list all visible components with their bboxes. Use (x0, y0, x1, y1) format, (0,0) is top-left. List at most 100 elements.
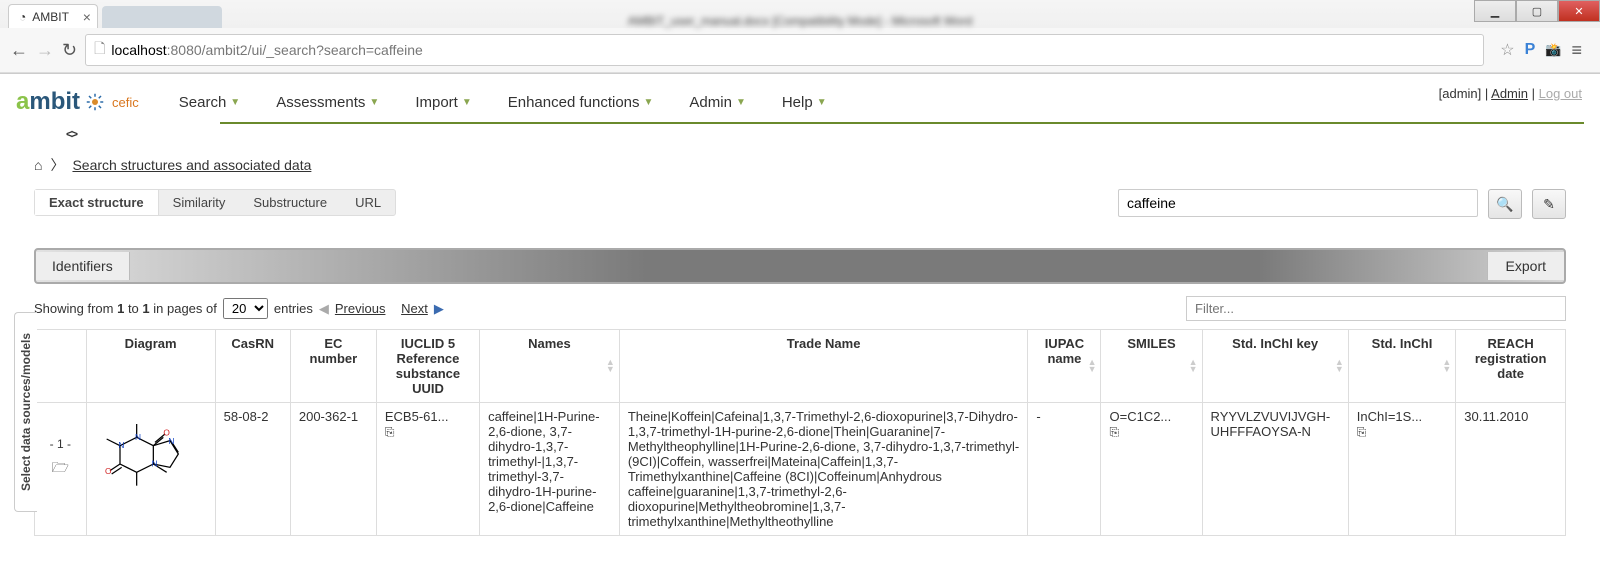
search-button[interactable]: 🔍 (1488, 189, 1522, 219)
copy-icon[interactable]: ⎘ (1109, 425, 1119, 439)
ambit-logo[interactable]: ambit cefic (16, 88, 139, 116)
th-ec[interactable]: EC number (290, 330, 376, 403)
reload-icon[interactable]: ↻ (62, 40, 77, 61)
cell-trade: Theine|Koffein|Cafeina|1,3,7-Trimethyl-2… (619, 403, 1028, 536)
user-bracket: [admin] (1439, 86, 1482, 101)
search-type-tabs: Exact structure Similarity Substructure … (34, 189, 396, 216)
page-size-select[interactable]: 20 (223, 298, 268, 319)
address-bar[interactable]: 🗋 localhost:8080/ambit2/ui/_search?searc… (85, 34, 1484, 66)
cell-diagram[interactable]: N N N N O O (86, 403, 215, 536)
forward-icon[interactable]: → (36, 40, 54, 61)
table-row: - 1 - 🗁 (35, 403, 1566, 536)
caret-down-icon: ▼ (817, 97, 827, 108)
table-header-row: Diagram CasRN EC number IUCLID 5 Referen… (35, 330, 1566, 403)
th-inchikey[interactable]: Std. InChI key▲▼ (1202, 330, 1348, 403)
window-minimize-button[interactable]: ▁ (1474, 0, 1516, 22)
prev-arrow-icon[interactable]: ◀ (319, 301, 329, 317)
breadcrumb-separator: 〉 (50, 155, 64, 175)
th-diagram[interactable]: Diagram (86, 330, 215, 403)
breadcrumb-link[interactable]: Search structures and associated data (72, 157, 311, 173)
cell-ec: 200-362-1 (290, 403, 376, 536)
next-arrow-icon[interactable]: ▶ (434, 301, 444, 317)
th-iupac[interactable]: IUPAC name▲▼ (1028, 330, 1101, 403)
menu-help[interactable]: Help▼ (782, 94, 827, 111)
cell-reach: 30.11.2010 (1456, 403, 1566, 536)
copy-icon[interactable]: ⎘ (385, 425, 395, 439)
extension-camera-icon[interactable]: 📸 (1545, 42, 1561, 58)
export-button[interactable]: Export (1487, 252, 1564, 280)
menu-enhanced-functions[interactable]: Enhanced functions▼ (508, 94, 654, 111)
home-icon[interactable]: ⌂ (34, 157, 42, 173)
th-iuclid[interactable]: IUCLID 5 Reference substance UUID (376, 330, 479, 403)
tab-exact-structure[interactable]: Exact structure (35, 190, 159, 215)
tab-url[interactable]: URL (341, 190, 395, 215)
th-trade[interactable]: Trade Name (619, 330, 1028, 403)
caret-down-icon: ▼ (369, 97, 379, 108)
tab-favicon: ◔ (19, 10, 26, 24)
browser-menu-icon[interactable]: ≡ (1571, 40, 1582, 61)
svg-text:N: N (118, 440, 124, 450)
section-identifiers-tab[interactable]: Identifiers (36, 252, 130, 280)
next-link[interactable]: Next (401, 301, 428, 316)
user-admin-link[interactable]: Admin (1491, 86, 1528, 101)
code-brackets-icon[interactable]: <> (66, 127, 76, 141)
th-inchi[interactable]: Std. InChI▲▼ (1348, 330, 1456, 403)
cell-iuclid: ECB5-61...⎘ (376, 403, 479, 536)
prev-link[interactable]: Previous (335, 301, 386, 316)
svg-text:O: O (163, 428, 170, 438)
menu-admin[interactable]: Admin▼ (689, 94, 745, 111)
search-input[interactable] (1118, 189, 1478, 217)
menu-search[interactable]: Search▼ (179, 94, 240, 111)
cell-iupac: - (1028, 403, 1101, 536)
browser-tab-active[interactable]: ◔ AMBIT × (8, 4, 98, 28)
tab-substructure[interactable]: Substructure (239, 190, 341, 215)
cell-inchikey: RYYVLZVUVIJVGH-UHFFFAOYSA-N (1202, 403, 1348, 536)
window-close-button[interactable]: ✕ (1558, 0, 1600, 22)
menu-import[interactable]: Import▼ (415, 94, 471, 111)
caret-down-icon: ▼ (230, 97, 240, 108)
cell-cas: 58-08-2 (215, 403, 290, 536)
cell-index: - 1 - 🗁 (35, 403, 87, 536)
back-icon[interactable]: ← (10, 40, 28, 61)
th-casrn[interactable]: CasRN (215, 330, 290, 403)
gear-icon (86, 93, 104, 111)
svg-text:N: N (151, 459, 157, 469)
pager-showing: Showing from 1 to 1 in pages of (34, 301, 217, 316)
filter-input[interactable] (1186, 296, 1566, 321)
user-links: [admin] | Admin | Log out (1439, 86, 1582, 101)
svg-text:O: O (105, 466, 112, 476)
th-reach[interactable]: REACH registration date (1456, 330, 1566, 403)
page-icon: 🗋 (94, 38, 105, 62)
pencil-icon: ✎ (1543, 196, 1555, 213)
window-maximize-button[interactable]: ▢ (1516, 0, 1558, 22)
logout-link[interactable]: Log out (1539, 86, 1582, 101)
url-path: /ambit2/ui/_search?search=caffeine (202, 42, 423, 58)
results-table: Diagram CasRN EC number IUCLID 5 Referen… (34, 329, 1566, 536)
cell-names: caffeine|1H-Purine-2,6-dione, 3,7-dihydr… (480, 403, 620, 536)
th-smiles[interactable]: SMILES▲▼ (1101, 330, 1202, 403)
sort-icon: ▲▼ (1335, 359, 1344, 373)
tab-close-icon[interactable]: × (83, 9, 91, 25)
cefic-label: cefic (112, 95, 139, 110)
folder-open-icon[interactable]: 🗁 (43, 457, 78, 481)
tab-similarity[interactable]: Similarity (159, 190, 240, 215)
url-port: :8080 (167, 42, 202, 58)
copy-icon[interactable]: ⎘ (1357, 425, 1367, 439)
sort-icon: ▲▼ (1189, 359, 1198, 373)
app-header: ambit cefic Search▼ Assessments▼ Import▼… (0, 74, 1600, 122)
molecule-diagram: N N N N O O (95, 409, 195, 499)
extension-p-icon[interactable]: P (1525, 41, 1536, 59)
url-host: localhost (111, 42, 166, 58)
search-icon: 🔍 (1496, 196, 1513, 213)
th-index[interactable] (35, 330, 87, 403)
sort-icon: ▲▼ (1442, 359, 1451, 373)
sort-icon: ▲▼ (1088, 359, 1097, 373)
menu-assessments[interactable]: Assessments▼ (276, 94, 379, 111)
sort-icon: ▲▼ (606, 359, 615, 373)
th-names[interactable]: Names▲▼ (480, 330, 620, 403)
browser-tab-inactive[interactable] (102, 6, 222, 28)
bookmark-star-icon[interactable]: ☆ (1500, 40, 1514, 60)
caret-down-icon: ▼ (736, 97, 746, 108)
edit-button[interactable]: ✎ (1532, 189, 1566, 219)
section-bar: Identifiers Export (34, 248, 1566, 284)
